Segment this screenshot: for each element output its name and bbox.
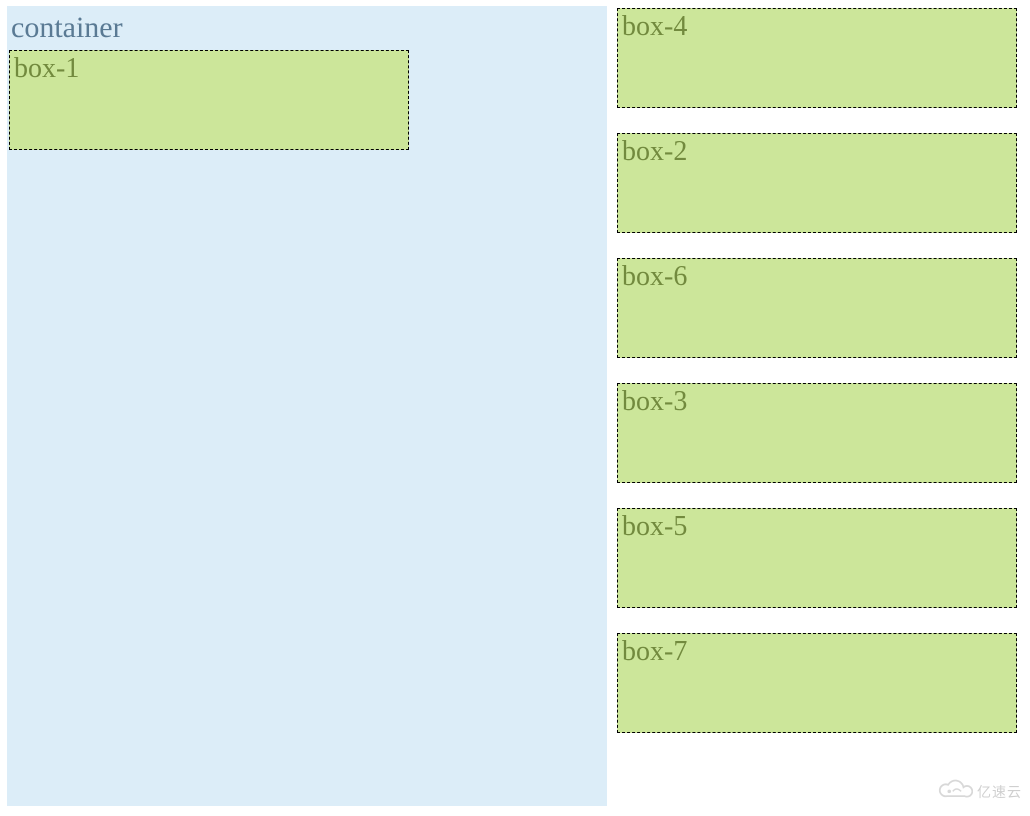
box-7: box-7 (617, 633, 1017, 733)
box-5-label: box-5 (622, 511, 1012, 543)
container-panel: container box-1 (7, 6, 607, 806)
box-4-label: box-4 (622, 11, 1012, 43)
box-1: box-1 (9, 50, 409, 150)
box-5: box-5 (617, 508, 1017, 608)
box-6-label: box-6 (622, 261, 1012, 293)
box-2-label: box-2 (622, 136, 1012, 168)
container-label: container (9, 10, 605, 46)
box-3: box-3 (617, 383, 1017, 483)
box-4: box-4 (617, 8, 1017, 108)
watermark-text: 亿速云 (977, 782, 1022, 802)
cloud-icon (935, 777, 973, 806)
box-6: box-6 (617, 258, 1017, 358)
box-3-label: box-3 (622, 386, 1012, 418)
box-2: box-2 (617, 133, 1017, 233)
watermark: 亿速云 (935, 777, 1022, 806)
box-1-label: box-1 (14, 53, 404, 85)
right-column: box-4 box-2 box-6 box-3 box-5 box-7 (617, 8, 1017, 733)
box-7-label: box-7 (622, 636, 1012, 668)
